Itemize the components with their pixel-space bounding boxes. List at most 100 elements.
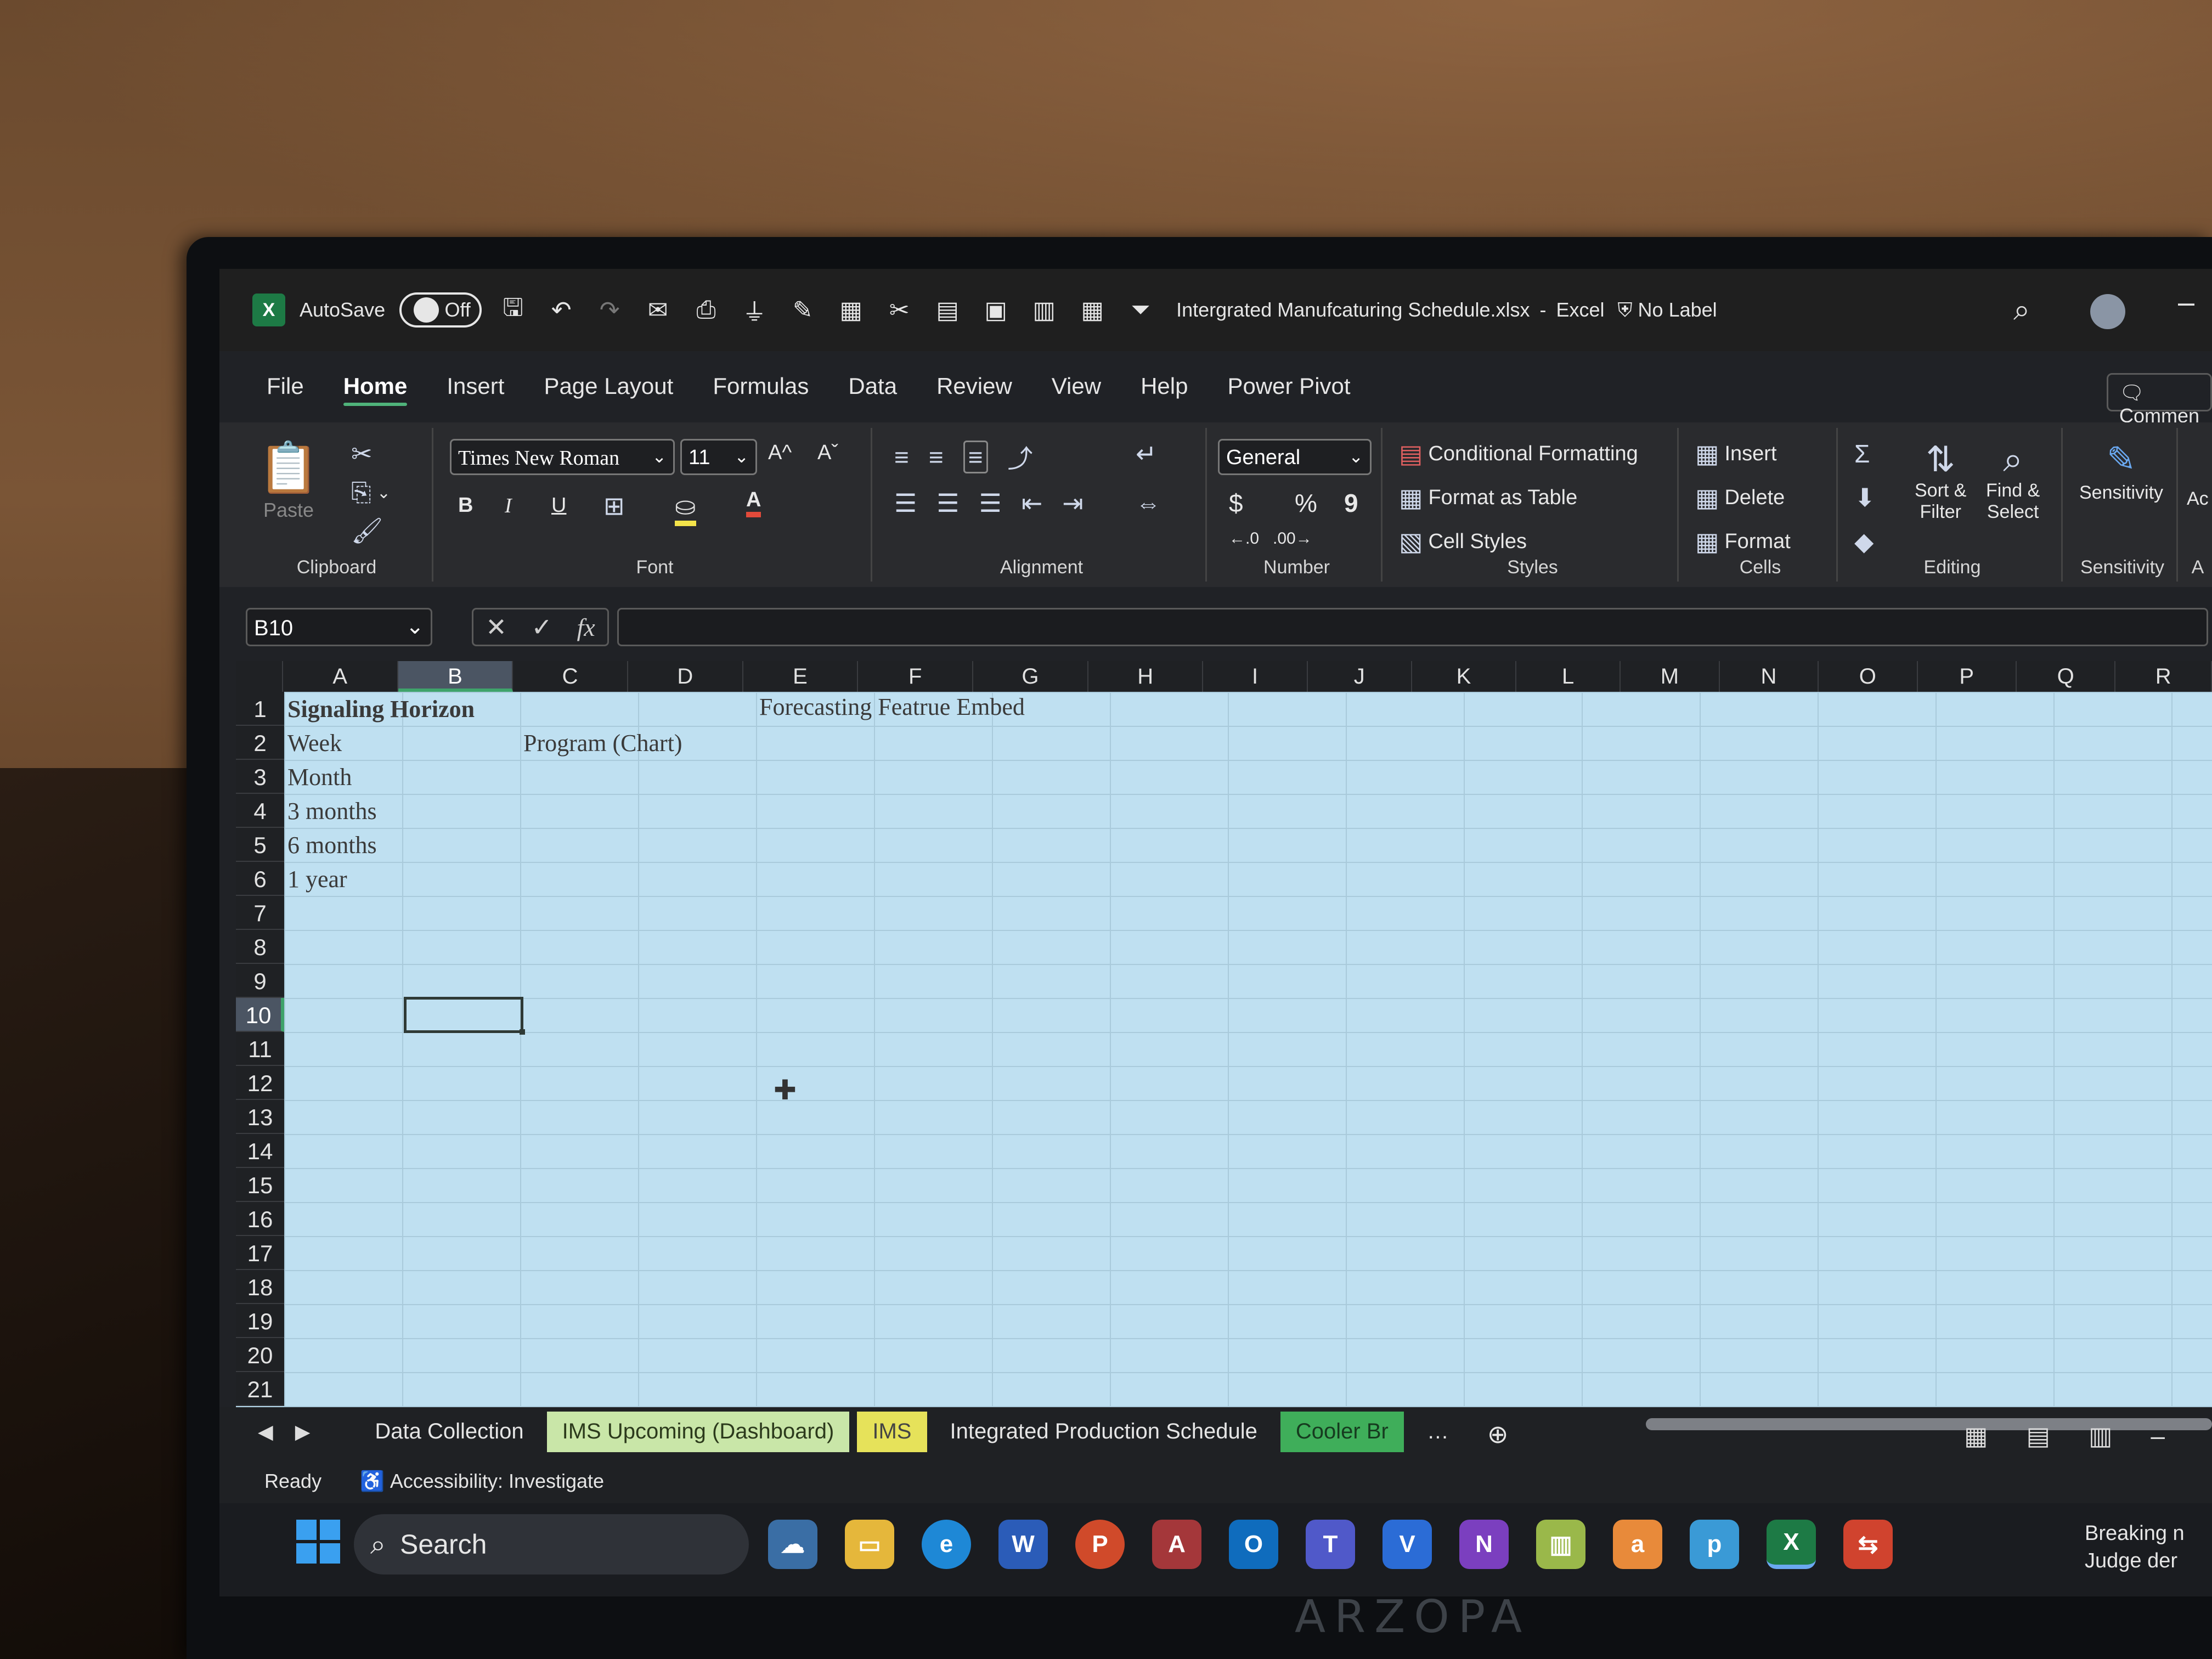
row-header[interactable]: 16 <box>236 1202 284 1236</box>
row-header[interactable]: 5 <box>236 828 284 862</box>
clear-icon[interactable]: ◆ <box>1854 527 1874 556</box>
conditional-formatting-button[interactable]: ▤ Conditional Formatting <box>1399 439 1638 469</box>
freeze-panes-icon[interactable]: ▦ <box>834 293 868 327</box>
bottom-align-icon[interactable]: ≡ <box>963 441 988 473</box>
fill-color-button[interactable]: ⛀ <box>675 491 696 526</box>
filter-icon[interactable]: ⏚ <box>737 293 771 327</box>
column-header[interactable]: Q <box>2017 661 2116 692</box>
access-icon[interactable]: A <box>1152 1520 1201 1569</box>
news-widget[interactable]: Breaking n Judge der <box>2085 1520 2185 1575</box>
add-sheet-icon[interactable]: ⊕ <box>1472 1412 1524 1452</box>
row-header[interactable]: 9 <box>236 964 284 998</box>
column-header[interactable]: H <box>1088 661 1204 692</box>
insert-cells-button[interactable]: ▦ Insert <box>1695 439 1777 469</box>
middle-align-icon[interactable]: ≡ <box>929 442 944 472</box>
row-header[interactable]: 18 <box>236 1270 284 1304</box>
column-header[interactable]: I <box>1203 661 1308 692</box>
paste-button[interactable]: 📋 Paste <box>258 439 319 522</box>
prev-sheet-icon[interactable]: ◀ <box>258 1420 273 1443</box>
row-header[interactable]: 15 <box>236 1168 284 1202</box>
column-header[interactable]: M <box>1621 661 1720 692</box>
column-header[interactable]: A <box>283 661 398 692</box>
font-color-button[interactable]: A <box>746 488 761 517</box>
autosum-icon[interactable]: Σ <box>1854 439 1870 469</box>
page-icon[interactable]: ▣ <box>979 293 1013 327</box>
page-layout-view-icon[interactable]: ▤ <box>2026 1421 2050 1451</box>
visio-icon[interactable]: V <box>1383 1520 1432 1569</box>
enter-icon[interactable]: ✓ <box>531 612 552 642</box>
sort-filter-button[interactable]: ⇅ Sort & Filter <box>1915 439 1966 523</box>
align-center-icon[interactable]: ☰ <box>936 488 959 518</box>
row-header[interactable]: 17 <box>236 1236 284 1270</box>
sheet-tab[interactable]: Data Collection <box>359 1412 539 1452</box>
select-all-corner[interactable] <box>236 661 283 692</box>
sensitivity-button[interactable]: ✎ Sensitivity <box>2079 439 2163 504</box>
sheet-tab[interactable]: IMS Upcoming (Dashboard) <box>546 1412 850 1452</box>
cancel-icon[interactable]: ✕ <box>486 612 507 642</box>
app-red-icon[interactable]: ⇆ <box>1843 1520 1893 1569</box>
app-a-icon[interactable]: a <box>1613 1520 1662 1569</box>
row-header[interactable]: 8 <box>236 930 284 964</box>
cell-c2[interactable]: Program (Chart) <box>523 729 682 757</box>
chart-app-icon[interactable]: ▥ <box>1536 1520 1585 1569</box>
pivot-icon[interactable]: ▥ <box>1027 293 1061 327</box>
format-cells-button[interactable]: ▦ Format <box>1695 527 1791 556</box>
undo-icon[interactable]: ↶ <box>544 293 578 327</box>
underline-button[interactable]: U <box>551 494 566 517</box>
column-header[interactable]: K <box>1412 661 1517 692</box>
onenote-icon[interactable]: N <box>1459 1520 1509 1569</box>
minimize-icon[interactable]: – <box>2178 285 2194 319</box>
autosave-toggle[interactable]: Off <box>399 292 482 328</box>
column-header[interactable]: J <box>1308 661 1412 692</box>
avatar[interactable] <box>2090 294 2125 329</box>
percent-button[interactable]: % <box>1295 488 1317 518</box>
tab-file[interactable]: File <box>267 373 304 406</box>
more-sheets-icon[interactable]: … <box>1412 1412 1464 1452</box>
tab-data[interactable]: Data <box>848 373 897 406</box>
cell-a2[interactable]: Week <box>287 729 342 757</box>
row-header[interactable]: 2 <box>236 726 284 760</box>
wrap-text-icon[interactable]: ↵ <box>1136 439 1157 469</box>
number-format-select[interactable]: General ⌄ <box>1218 439 1372 475</box>
row-header[interactable]: 1 <box>236 692 284 726</box>
outlook-icon[interactable]: O <box>1229 1520 1278 1569</box>
bold-button[interactable]: B <box>458 494 473 517</box>
column-header[interactable]: O <box>1819 661 1918 692</box>
comma-button[interactable]: 9 <box>1344 488 1358 518</box>
format-painter-icon[interactable]: ✎ <box>786 293 820 327</box>
accessibility-status[interactable]: Accessibility: Investigate <box>390 1470 604 1493</box>
cell-a3[interactable]: Month <box>287 763 352 791</box>
cell-a5[interactable]: 6 months <box>287 831 377 859</box>
active-cell-b10[interactable] <box>404 997 525 1035</box>
shrink-font-button[interactable]: Aˇ <box>817 441 838 465</box>
tab-formulas[interactable]: Formulas <box>713 373 809 406</box>
cell-e1[interactable]: Forecasting Featrue Embed <box>759 693 1025 721</box>
name-box[interactable]: B10 ⌄ <box>246 608 432 646</box>
cut-icon[interactable]: ✂ <box>351 439 373 469</box>
excel-taskbar-icon[interactable]: X <box>1767 1520 1816 1569</box>
widgets-icon[interactable]: ☁ <box>768 1520 817 1569</box>
normal-view-icon[interactable]: ▦ <box>1964 1421 1988 1451</box>
italic-button[interactable]: I <box>505 494 512 518</box>
sheet-tab[interactable]: Integrated Production Schedule <box>935 1412 1273 1452</box>
save-icon[interactable]: 🖫 <box>496 293 530 327</box>
column-header[interactable]: C <box>513 661 628 692</box>
cell-a1[interactable]: Signaling Horizon <box>287 695 475 723</box>
column-header[interactable]: B <box>398 661 514 692</box>
row-header[interactable]: 7 <box>236 896 284 930</box>
format-as-table-button[interactable]: ▦ Format as Table <box>1399 483 1577 512</box>
column-header[interactable]: D <box>628 661 743 692</box>
mail-icon[interactable]: ✉ <box>641 293 675 327</box>
column-header[interactable]: E <box>743 661 859 692</box>
tab-insert[interactable]: Insert <box>447 373 504 406</box>
cut-cells-icon[interactable]: ✂ <box>882 293 916 327</box>
font-family-select[interactable]: Times New Roman ⌄ <box>450 439 675 475</box>
orientation-icon[interactable]: ⤴ <box>1008 439 1033 475</box>
redo-icon[interactable]: ↷ <box>592 293 627 327</box>
tab-help[interactable]: Help <box>1141 373 1188 406</box>
increase-decimal-icon[interactable]: ←.0 <box>1229 529 1259 548</box>
tab-review[interactable]: Review <box>936 373 1012 406</box>
powerpoint-icon[interactable]: P <box>1075 1520 1125 1569</box>
tab-view[interactable]: View <box>1052 373 1101 406</box>
row-header[interactable]: 11 <box>236 1032 284 1066</box>
